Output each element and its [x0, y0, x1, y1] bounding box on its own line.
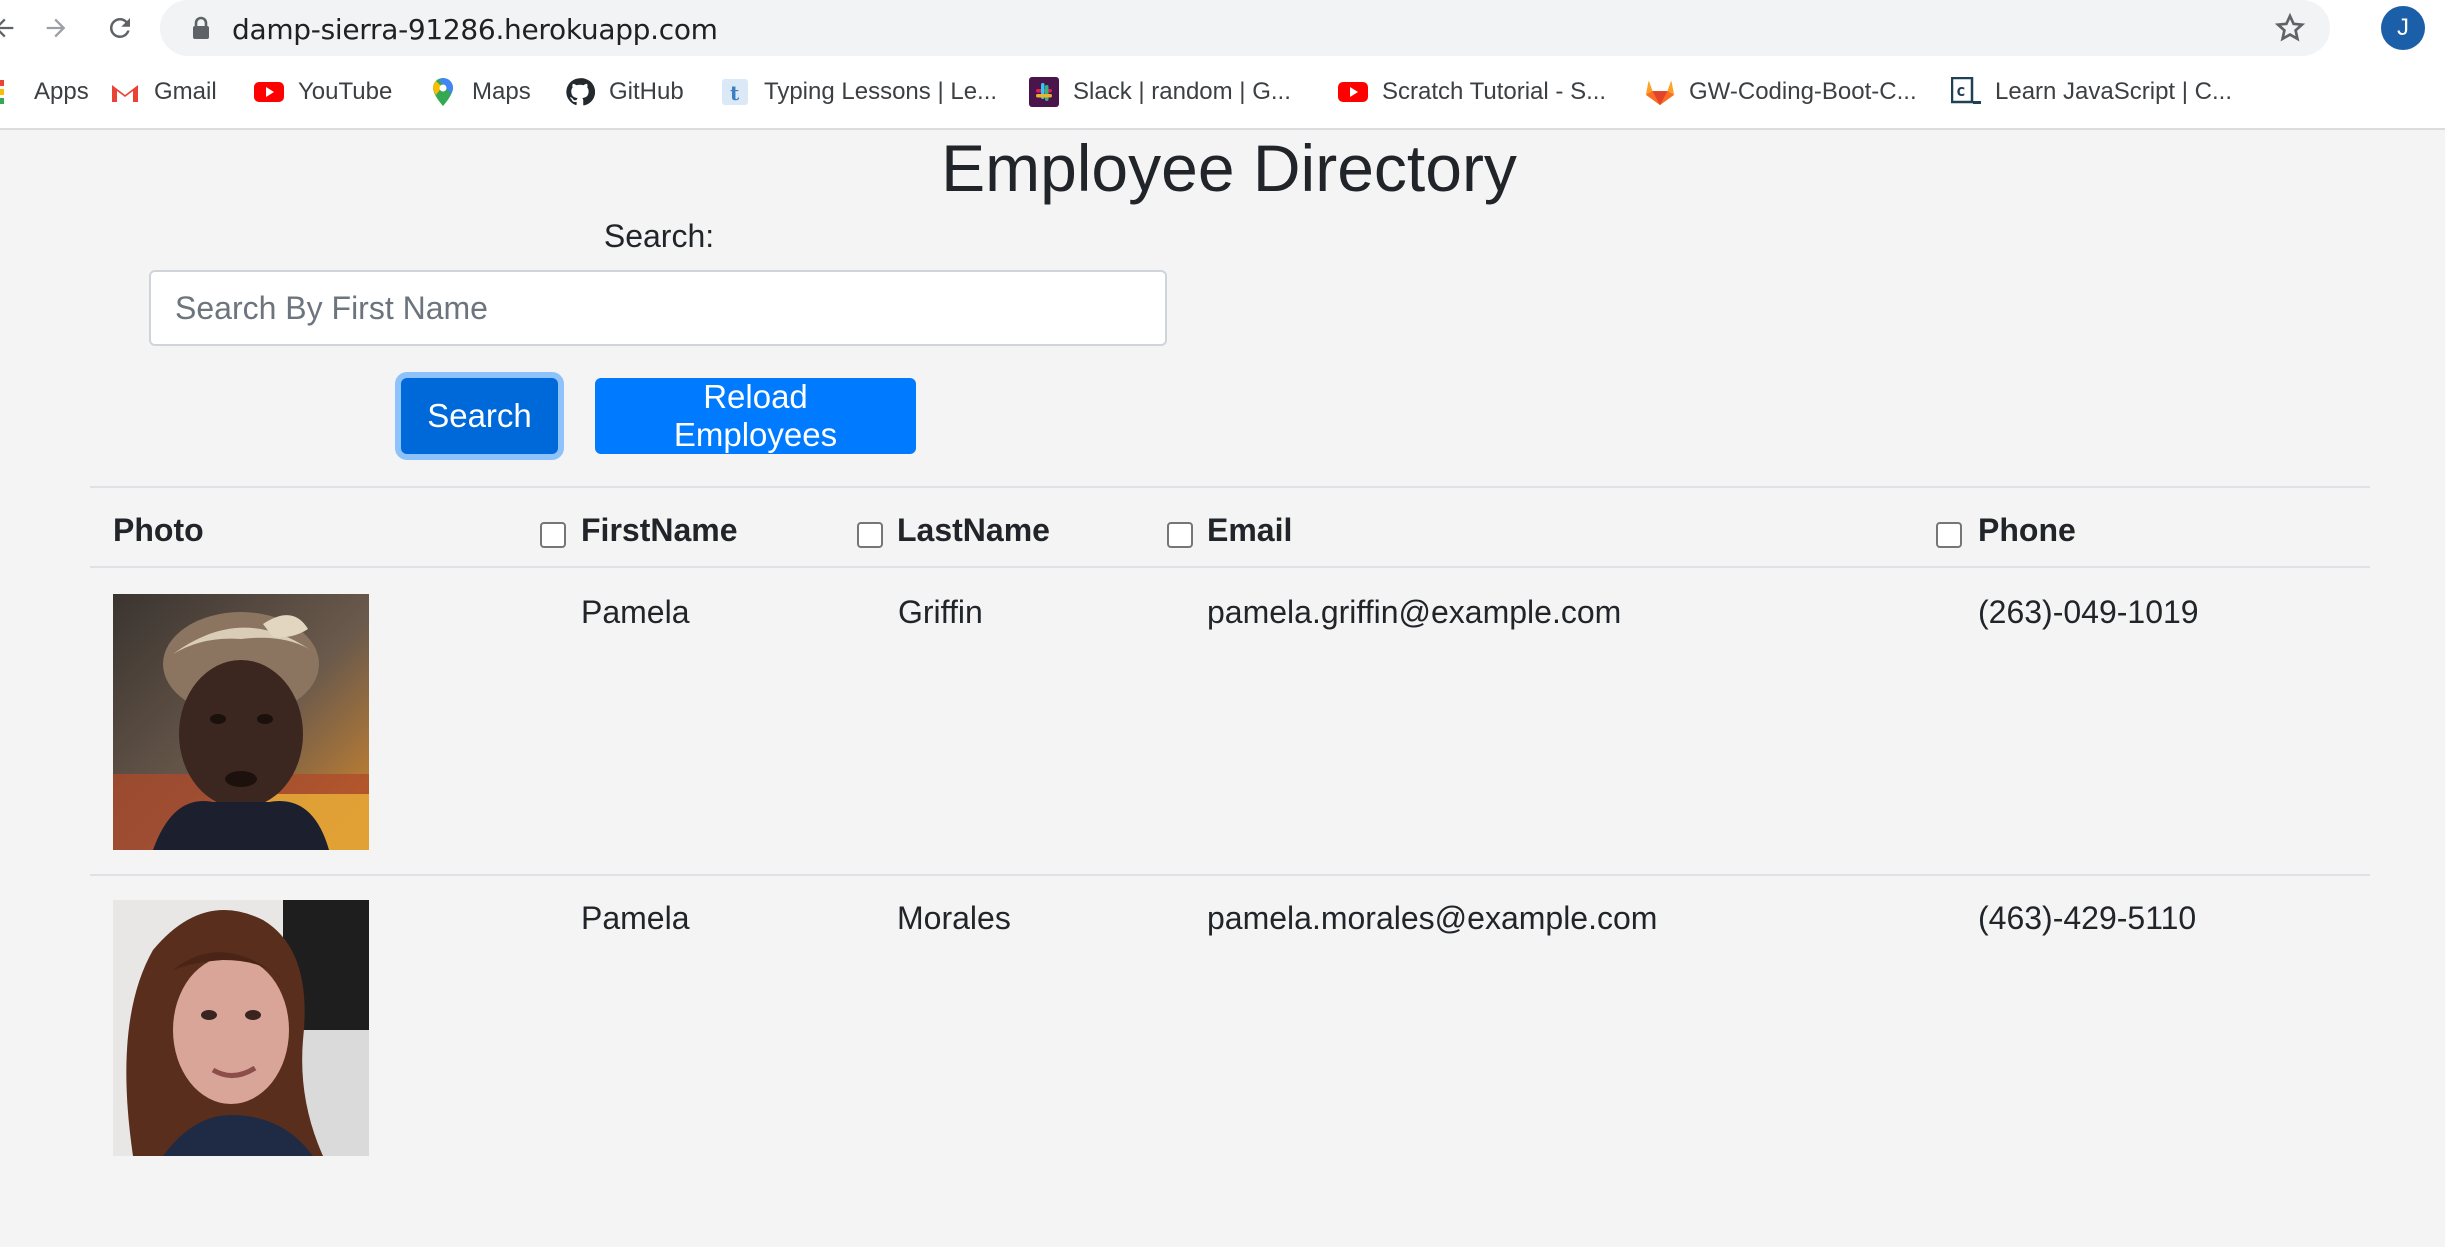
cell-firstname: Pamela — [581, 594, 690, 630]
table-top-border — [90, 486, 2370, 488]
header-phone: Phone — [1978, 512, 2076, 548]
sort-lastname-checkbox[interactable] — [857, 522, 883, 548]
cell-firstname: Pamela — [581, 900, 690, 936]
search-label: Search: — [603, 218, 715, 254]
reload-icon[interactable] — [100, 8, 140, 48]
cell-lastname: Griffin — [898, 594, 983, 630]
gmail-icon — [110, 77, 140, 107]
address-bar[interactable]: damp-sierra-91286.herokuapp.com — [160, 0, 2330, 56]
bookmark-label: Maps — [472, 78, 531, 105]
typing-icon: t — [720, 77, 750, 107]
cell-lastname: Morales — [897, 900, 1011, 936]
cell-phone: (263)-049-1019 — [1978, 594, 2199, 630]
header-photo: Photo — [113, 512, 204, 548]
gitlab-icon — [1645, 77, 1675, 107]
youtube-icon — [1338, 77, 1368, 107]
employee-photo — [113, 594, 369, 850]
maps-icon — [428, 77, 458, 107]
svg-text:t: t — [730, 81, 740, 105]
forward-arrow-icon[interactable] — [36, 8, 76, 48]
url-text: damp-sierra-91286.herokuapp.com — [232, 13, 718, 46]
bookmark-label: Apps — [34, 78, 89, 105]
bookmark-typing[interactable]: t Typing Lessons | Le... — [720, 70, 997, 114]
bookmark-maps[interactable]: Maps — [428, 70, 531, 114]
sort-phone-checkbox[interactable] — [1936, 522, 1962, 548]
bookmark-label: GW-Coding-Boot-C... — [1689, 78, 1917, 105]
employee-photo — [113, 900, 369, 1156]
cell-email: pamela.griffin@example.com — [1207, 594, 1622, 630]
bookmark-label: Learn JavaScript | C... — [1995, 78, 2232, 105]
svg-text:c: c — [1956, 81, 1966, 100]
row-divider — [90, 874, 2370, 876]
header-lastname: LastName — [897, 512, 1050, 548]
back-arrow-icon[interactable] — [0, 8, 24, 48]
sort-email-checkbox[interactable] — [1167, 522, 1193, 548]
bookmark-youtube[interactable]: YouTube — [254, 70, 392, 114]
bookmark-star-icon[interactable] — [2274, 12, 2306, 49]
bookmark-label: Typing Lessons | Le... — [764, 78, 998, 105]
bookmark-label: YouTube — [298, 78, 393, 105]
lock-icon — [190, 16, 212, 45]
bookmark-github[interactable]: GitHub — [565, 70, 684, 114]
github-icon — [565, 77, 595, 107]
bookmark-label: Scratch Tutorial - S... — [1382, 78, 1607, 105]
cell-email: pamela.morales@example.com — [1207, 900, 1658, 936]
page-title: Employee Directory — [941, 131, 1517, 205]
apps-grid-icon — [0, 77, 20, 107]
bookmark-gmail[interactable]: Gmail — [110, 70, 217, 114]
bookmark-slack[interactable]: Slack | random | G... — [1029, 70, 1291, 114]
browser-chrome: damp-sierra-91286.herokuapp.com J Apps G… — [0, 0, 2445, 130]
bookmark-apps[interactable]: Apps — [0, 70, 89, 114]
bookmark-gitlab[interactable]: GW-Coding-Boot-C... — [1645, 70, 1917, 114]
reload-employees-button[interactable]: Reload Employees — [595, 378, 916, 454]
bookmark-javascript[interactable]: c Learn JavaScript | C... — [1951, 70, 2232, 114]
sort-firstname-checkbox[interactable] — [540, 522, 566, 548]
codecademy-icon: c — [1951, 77, 1981, 107]
header-email: Email — [1207, 512, 1293, 548]
bookmark-label: Slack | random | G... — [1073, 78, 1291, 105]
cell-phone: (463)-429-5110 — [1978, 900, 2197, 936]
bookmark-label: GitHub — [609, 78, 684, 105]
search-button[interactable]: Search — [401, 378, 558, 454]
profile-avatar[interactable]: J — [2381, 6, 2425, 50]
bookmark-label: Gmail — [154, 78, 217, 105]
search-input[interactable] — [149, 270, 1167, 346]
bookmarks-bar: Apps Gmail YouTube Maps GitHub t Typing … — [0, 70, 2445, 114]
bookmark-scratch[interactable]: Scratch Tutorial - S... — [1338, 70, 1606, 114]
header-firstname: FirstName — [581, 512, 738, 548]
header-divider — [90, 566, 2370, 568]
youtube-icon — [254, 77, 284, 107]
slack-icon — [1029, 77, 1059, 107]
